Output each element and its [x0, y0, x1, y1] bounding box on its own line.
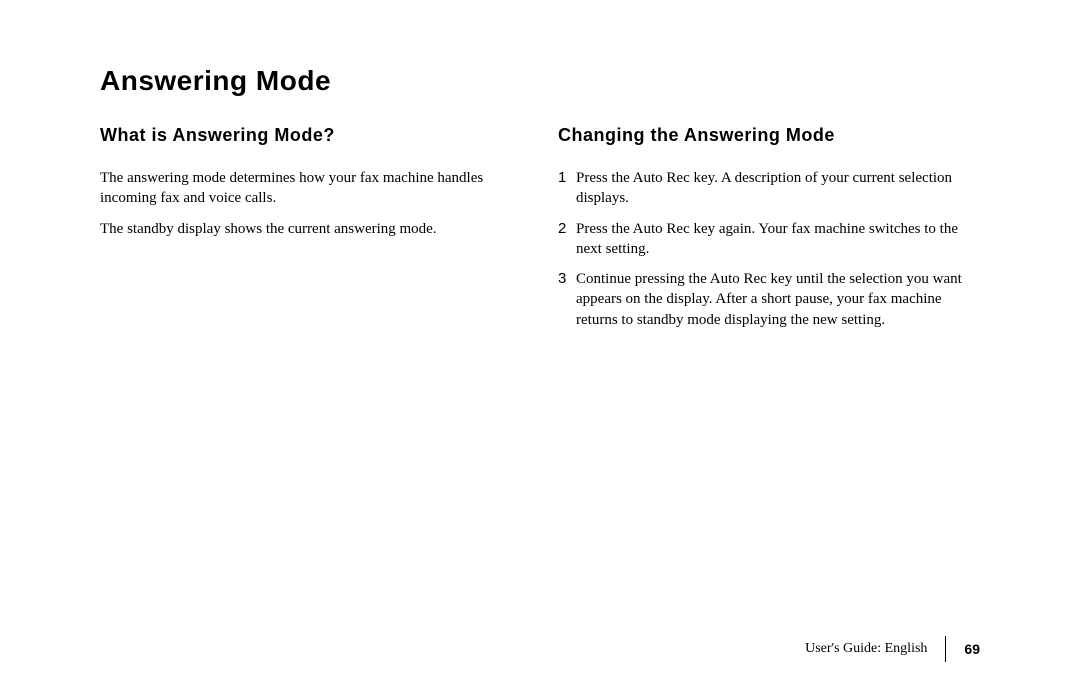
- step-number: 2: [558, 219, 576, 260]
- document-page: Answering Mode What is Answering Mode? T…: [0, 0, 1080, 340]
- footer-divider: [945, 636, 946, 662]
- step-text: Continue pressing the Auto Rec key until…: [576, 269, 980, 330]
- steps-list: 1 Press the Auto Rec key. A description …: [558, 168, 980, 330]
- step-item: 1 Press the Auto Rec key. A description …: [558, 168, 980, 209]
- page-footer: User's Guide: English 69: [805, 636, 980, 662]
- body-paragraph: The answering mode determines how your f…: [100, 168, 522, 209]
- content-columns: What is Answering Mode? The answering mo…: [100, 125, 980, 340]
- page-title: Answering Mode: [100, 65, 980, 97]
- body-paragraph: The standby display shows the current an…: [100, 219, 522, 239]
- step-number: 1: [558, 168, 576, 209]
- right-subheading: Changing the Answering Mode: [558, 125, 980, 146]
- page-number: 69: [964, 641, 980, 657]
- right-column: Changing the Answering Mode 1 Press the …: [558, 125, 980, 340]
- step-item: 3 Continue pressing the Auto Rec key unt…: [558, 269, 980, 330]
- step-text: Press the Auto Rec key again. Your fax m…: [576, 219, 980, 260]
- left-subheading: What is Answering Mode?: [100, 125, 522, 146]
- left-column: What is Answering Mode? The answering mo…: [100, 125, 522, 340]
- step-text: Press the Auto Rec key. A description of…: [576, 168, 980, 209]
- step-number: 3: [558, 269, 576, 330]
- footer-label: User's Guide: English: [805, 641, 945, 657]
- step-item: 2 Press the Auto Rec key again. Your fax…: [558, 219, 980, 260]
